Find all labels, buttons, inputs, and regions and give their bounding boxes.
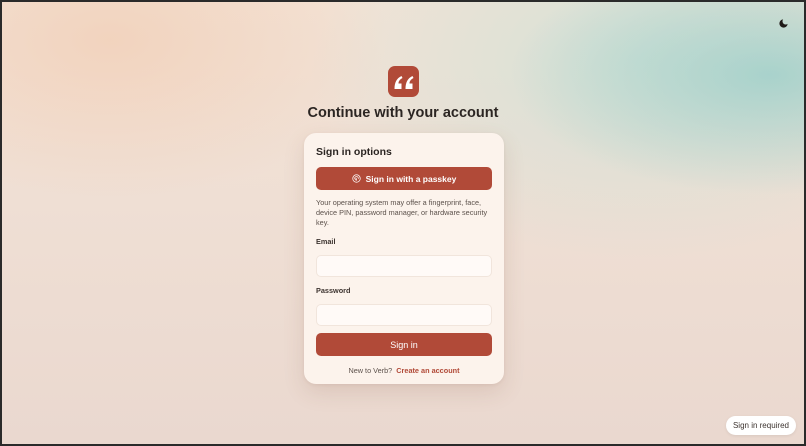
password-field[interactable]: [316, 304, 492, 326]
status-badge: Sign in required: [725, 416, 796, 435]
sign-in-card: Sign in options Sign in with a passkey Y…: [304, 133, 504, 384]
card-title: Sign in options: [316, 146, 392, 158]
page-title: Continue with your account: [307, 105, 499, 121]
signup-footer: New to Verb? Create an account: [316, 366, 492, 375]
passkey-sign-in-button[interactable]: Sign in with a passkey: [316, 167, 492, 190]
email-label: Email: [316, 237, 336, 246]
moon-icon: [778, 18, 788, 28]
email-field[interactable]: [316, 255, 492, 277]
quote-icon: [394, 75, 413, 89]
sign-in-button[interactable]: Sign in: [316, 333, 492, 356]
footer-text: New to Verb?: [348, 366, 393, 375]
passkey-button-label: Sign in with a passkey: [365, 173, 457, 184]
theme-toggle-button[interactable]: [775, 15, 791, 31]
password-label: Password: [316, 286, 351, 295]
create-account-link[interactable]: Create an account: [396, 366, 459, 375]
app-logo: [388, 66, 419, 97]
passkey-hint: Your operating system may offer a finger…: [316, 198, 488, 227]
fingerprint-icon: [352, 174, 361, 183]
